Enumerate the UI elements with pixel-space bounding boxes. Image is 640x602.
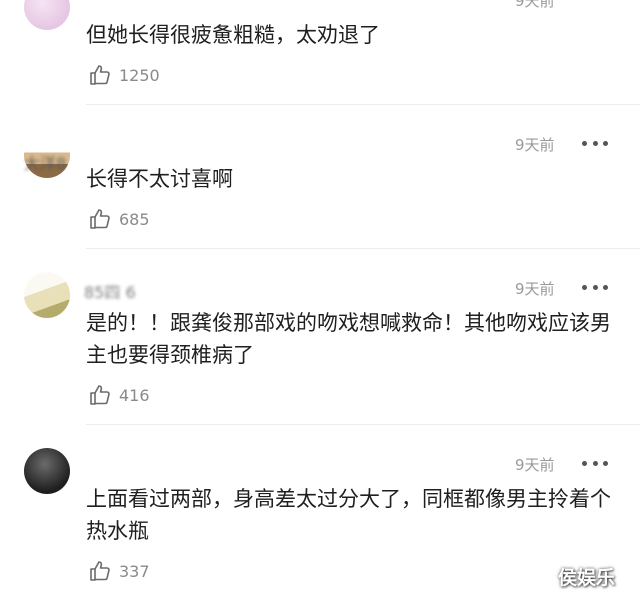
- more-options-button[interactable]: [582, 458, 608, 468]
- watermark: 侯娱乐: [558, 567, 616, 589]
- comment-time: 9天前: [515, 456, 555, 474]
- comment-text: 长得不太讨喜啊: [86, 167, 233, 191]
- comment-time: 9天前: [515, 280, 555, 298]
- like-button[interactable]: 1250: [88, 62, 160, 88]
- avatar[interactable]: [24, 448, 70, 494]
- comment-text: 上面看过两部，身高差太过分大了，同框都像男主拎着个热水瓶: [86, 487, 611, 543]
- comment-time: 9天前: [515, 0, 555, 10]
- avatar[interactable]: [24, 272, 70, 318]
- more-dots-icon: [582, 284, 587, 290]
- like-count: 337: [119, 561, 150, 581]
- thumbs-up-icon: [90, 209, 110, 229]
- like-button[interactable]: 416: [88, 382, 150, 408]
- comment-text: 是的！！跟龚俊那部戏的吻戏想喊救命！其他吻戏应该男主也要得颈椎病了: [86, 311, 611, 367]
- username[interactable]: 大‍洋8: [24, 150, 66, 174]
- thumbs-up-icon: [90, 65, 110, 85]
- like-button[interactable]: 685: [88, 206, 150, 232]
- thumbs-up-icon: [90, 561, 110, 581]
- comment-time: 9天前: [515, 136, 555, 154]
- comment-item: 85四 6 9天前 是的！！跟龚俊那部戏的吻戏想喊救命！其他吻戏应该男主也要得颈…: [0, 249, 640, 424]
- comment-item: 大‍洋8 9天前 长得不太讨喜啊 685: [0, 105, 640, 248]
- more-options-button[interactable]: [582, 282, 608, 292]
- like-count: 1250: [119, 65, 160, 85]
- more-options-button[interactable]: [582, 138, 608, 148]
- like-button[interactable]: 337: [88, 558, 150, 584]
- comment-item: 9天前 但她长得很疲惫粗糙，太劝退了 1250: [0, 0, 640, 104]
- more-dots-icon: [582, 140, 587, 146]
- like-count: 416: [119, 385, 150, 405]
- comment-item: 9天前 上面看过两部，身高差太过分大了，同框都像男主拎着个热水瓶 337: [0, 425, 640, 602]
- more-dots-icon: [582, 460, 587, 466]
- like-count: 685: [119, 209, 150, 229]
- username[interactable]: 85四 6: [84, 279, 136, 303]
- avatar[interactable]: [24, 0, 70, 30]
- comment-text: 但她长得很疲惫粗糙，太劝退了: [86, 23, 380, 47]
- thumbs-up-icon: [90, 385, 110, 405]
